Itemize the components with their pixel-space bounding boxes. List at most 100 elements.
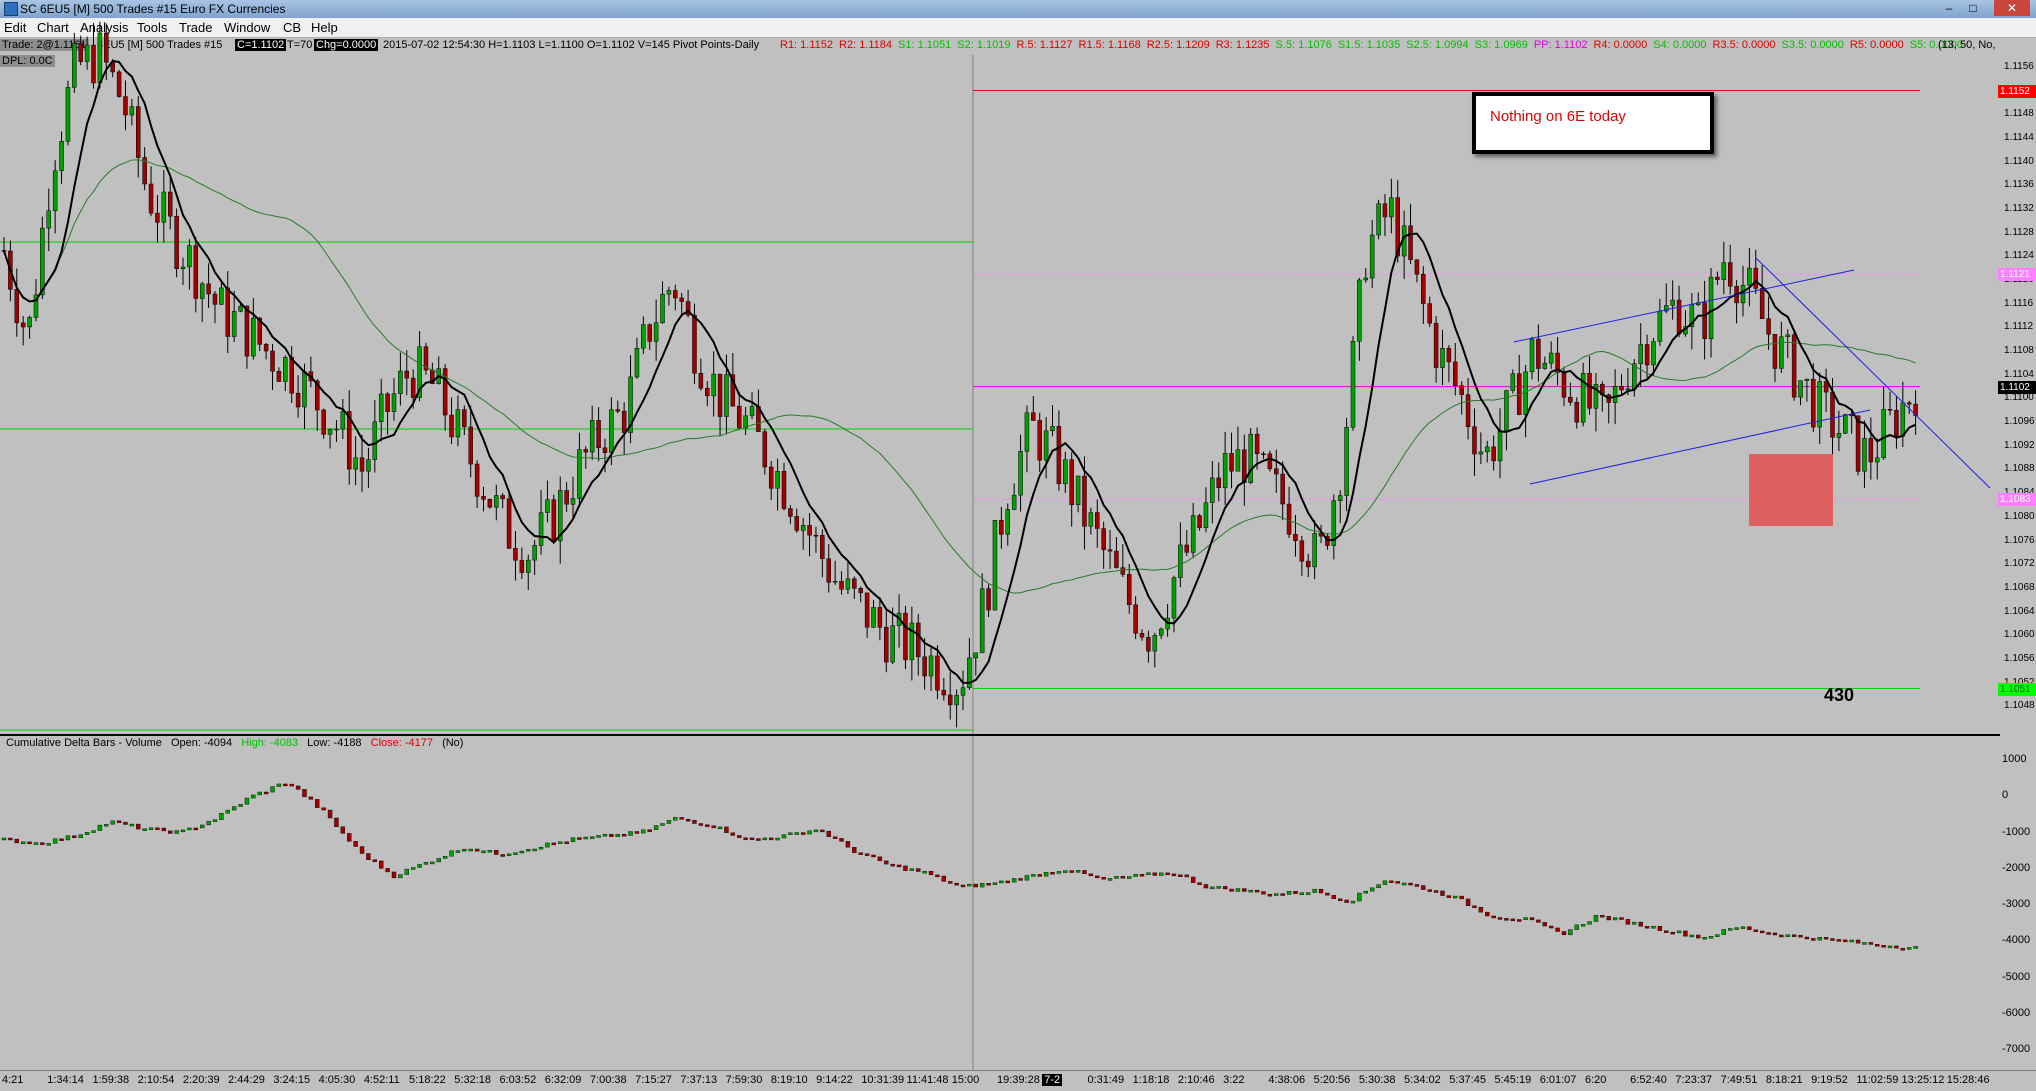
indicator-close: Close: -4177 [370,737,433,749]
time-tick: 7:59:30 [725,1074,763,1086]
candle-body [1497,430,1503,462]
delta-axis[interactable]: 1000 0 -1000 -2000 -3000 -4000 -5000 -6000 -7000 [1998,740,2036,1060]
candle-body [1874,457,1880,463]
delta-bar [685,818,691,822]
delta-bar [1229,888,1234,892]
delta-bar [1753,929,1758,932]
delta-bar [494,850,499,855]
delta-bar [1798,934,1803,938]
candle-body [1798,380,1803,398]
delta-bar [359,846,365,854]
candle-body [545,499,550,513]
candle-body [59,141,64,171]
delta-bar [1190,876,1196,883]
delta-bar [986,883,991,886]
delta-bar [570,837,576,843]
delta-tick: -4000 [2002,934,2031,947]
delta-bar [1171,873,1177,877]
candle-body [1708,276,1714,340]
delta-bar [1862,942,1867,945]
chart-note[interactable]: Nothing on 6E today [1472,92,1714,154]
delta-bar [788,832,793,835]
delta-bar [1702,937,1707,940]
price-tick: 1.1116 [2004,297,2034,309]
candle-body [1101,528,1106,550]
price-axis[interactable]: 1.1156 1.1152 1.1148 1.1144 1.1140 1.1136 1.11… [1998,39,2036,736]
delta-bar [417,864,422,868]
candle-body [673,290,678,299]
delta-tick: 0 [2002,789,2009,802]
delta-bar [321,807,326,811]
delta-bar [1165,872,1170,876]
delta-bar [762,837,768,841]
price-chart[interactable] [0,0,2036,1090]
candle-body [78,43,83,62]
candle-body [1612,386,1618,403]
delta-bar [1644,926,1650,929]
time-tick: 6:03:52 [499,1074,537,1086]
candle-body [46,210,52,229]
candle-body [1638,344,1643,364]
candle-body [1018,451,1023,496]
candle-body [845,578,851,590]
candle-body [1088,512,1094,527]
candle-body [155,212,160,223]
candle-body [449,414,454,438]
candle-body [1536,338,1541,369]
delta-bar [941,875,947,882]
candle-body [27,317,32,328]
candle-body [462,409,467,428]
candle-body [506,498,512,549]
delta-bar [884,860,889,865]
price-tick: 1.1124 [2004,250,2034,262]
delta-bar [436,858,441,863]
time-axis[interactable]: 4:21 1:34:14 1:59:38 2:10:54 2:20:39 2:44:29 3… [0,1070,2036,1091]
candle-body [295,392,301,408]
delta-bar [423,862,429,865]
indicator-open: Open: -4094 [170,737,233,749]
candle-body [1804,378,1810,381]
candle-body [251,317,256,357]
panel-divider[interactable] [0,734,2000,736]
candle-body [276,370,282,382]
candle-body [1881,409,1886,459]
delta-bar [238,804,243,807]
candle-body [1644,344,1650,366]
delta-bar [1210,886,1215,890]
delta-bar [1580,924,1586,927]
time-tick: 5:30:38 [1358,1074,1396,1086]
delta-bar [1139,874,1145,877]
candle-body [1197,515,1202,528]
delta-bar [621,834,627,837]
time-tick: 3:24:15 [273,1074,311,1086]
candle-body [660,293,665,323]
candle-body [1024,412,1030,452]
candle-body [148,183,154,214]
candle-body [941,689,947,696]
delta-bar [513,852,518,855]
price-tick: 1.1140 [2004,155,2034,167]
candle-body [794,516,800,531]
candle-body [1843,414,1848,434]
price-tick: 1.1108 [2004,345,2034,357]
delta-bar [896,864,902,868]
candle-body [302,371,307,408]
price-tick: 1.1076 [2004,534,2035,546]
candle-body [871,607,876,628]
delta-bar [1836,939,1842,942]
delta-bar [193,827,199,831]
price-tick: 1.1088 [2004,463,2035,475]
candle-body [609,409,614,453]
delta-bar [52,838,58,844]
delta-bar [72,835,77,838]
delta-bar [20,841,26,845]
delta-bar [462,848,467,852]
time-tick: 5:37:45 [1449,1074,1486,1086]
delta-bar [1088,873,1094,877]
candle-body [1440,347,1445,368]
candle-body [1657,310,1663,342]
delta-bar [302,789,307,798]
candle-body [116,71,122,97]
candle-body [353,457,358,470]
time-tick: 7-2 [1042,1074,1063,1086]
